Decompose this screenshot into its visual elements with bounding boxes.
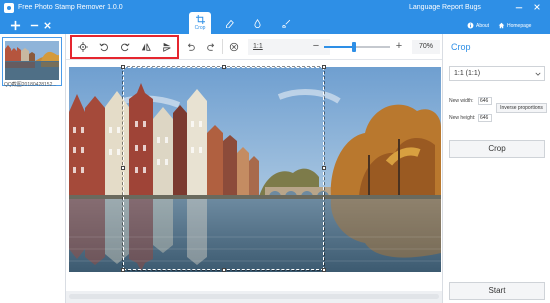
plus-icon[interactable] [8,18,22,32]
crop-handle-left[interactable] [121,166,125,170]
language-menu[interactable]: Language [409,4,440,12]
zoom-percentage: 70% [412,40,440,54]
zoom-slider-thumb[interactable] [351,42,356,52]
minimize-window-button[interactable] [513,1,525,13]
home-icon [498,22,505,29]
aspect-ratio-value: 1:1 (1:1) [454,70,481,77]
flip-vertical-icon[interactable] [158,38,175,55]
title-bar: Free Photo Stamp Remover 1.0.0 Crop Lang… [0,0,550,34]
crop-handle-bottom[interactable] [222,268,226,272]
file-thumbnail [5,41,59,80]
aspect-ratio-select[interactable]: 1:1 (1:1) [449,66,545,81]
horizontal-scrollbar[interactable] [69,294,439,299]
close-window-button[interactable] [531,1,543,13]
rotate-right-icon[interactable] [116,38,133,55]
app-logo-icon [4,3,14,13]
file-list-panel: QQ截图20180428152... [0,34,66,303]
new-width-field[interactable]: 646 [478,97,492,105]
crop-handle-right[interactable] [322,166,326,170]
zoom-in-button[interactable]: + [393,40,405,52]
eraser-icon [225,19,234,28]
report-bugs-link[interactable]: Report Bugs [442,4,481,12]
crop-handle-bottom-left[interactable] [121,268,125,272]
cancel-icon[interactable] [225,38,242,55]
crop-icon [195,15,205,24]
about-label: About [476,22,490,29]
tab-brush[interactable] [275,12,297,34]
close-icon[interactable] [40,18,54,32]
drop-icon [253,18,261,28]
zoom-slider-fill [324,46,354,48]
tab-crop[interactable]: Crop [189,12,211,34]
tab-crop-label: Crop [194,25,206,31]
crop-button[interactable]: Crop [449,140,545,158]
crop-settings-panel: Crop 1:1 (1:1) New width: 646 Inverse pr… [442,34,550,303]
new-height-field[interactable]: 646 [478,114,492,122]
tab-eraser[interactable] [218,12,240,34]
brush-icon [281,19,290,28]
file-list-item[interactable]: QQ截图20180428152... [2,37,62,88]
crop-handle-top[interactable] [222,65,226,69]
zoom-slider[interactable] [324,42,390,52]
edit-toolbar: 1:1 − + 70% [66,34,442,60]
original-ratio-button[interactable]: 1:1 [253,43,263,50]
new-height-label: New height: [449,115,476,121]
tab-drop[interactable] [246,12,268,34]
undo-icon[interactable] [182,38,199,55]
new-width-label: New width: [449,98,474,104]
crop-handle-top-right[interactable] [322,65,326,69]
toolbar-divider [222,39,223,54]
file-name-label: QQ截图20180428152... [4,82,57,88]
homepage-label: Homepage [507,22,532,29]
image-canvas [66,60,442,291]
crop-handle-bottom-right[interactable] [322,268,326,272]
inverse-proportions-button[interactable]: Inverse proportions [496,103,547,113]
canvas-footer [66,291,442,303]
flip-horizontal-icon[interactable] [137,38,154,55]
target-icon[interactable] [74,38,91,55]
chevron-down-icon [535,72,541,76]
rotate-left-icon[interactable] [95,38,112,55]
app-title: Free Photo Stamp Remover 1.0.0 [18,4,123,11]
redo-icon[interactable] [202,38,219,55]
info-icon [467,22,474,29]
homepage-link[interactable]: Homepage [498,22,531,29]
about-link[interactable]: About [467,22,489,29]
start-button[interactable]: Start [449,282,545,300]
crop-handle-top-left[interactable] [121,65,125,69]
panel-title: Crop [451,42,471,52]
zoom-out-button[interactable]: − [310,40,322,52]
minus-icon[interactable] [27,18,41,32]
crop-selection[interactable] [121,65,326,272]
